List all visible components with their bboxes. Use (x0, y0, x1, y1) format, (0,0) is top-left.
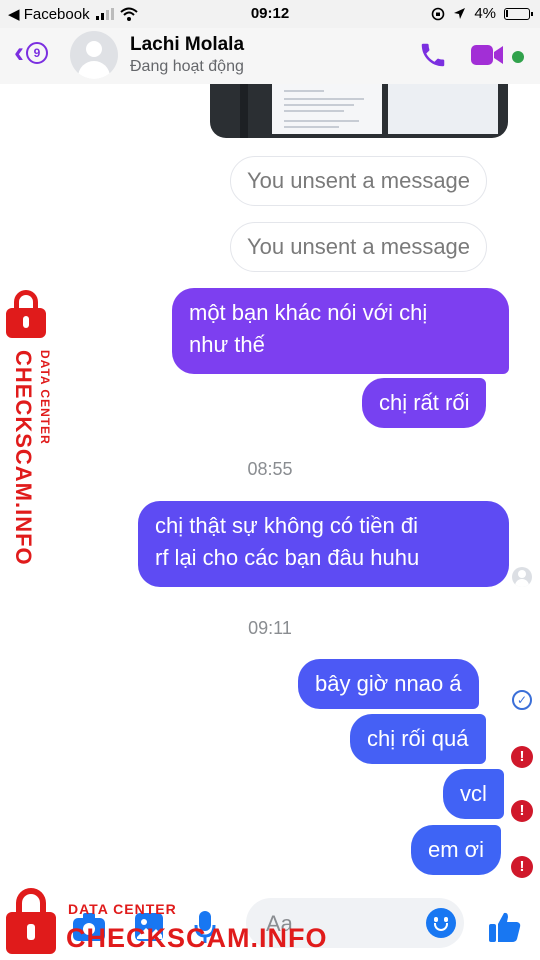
message-bubble[interactable]: em ơi (411, 825, 501, 875)
orientation-lock-icon (432, 7, 445, 20)
message-text: em ơi (428, 837, 484, 862)
watermark-subtext: DATA CENTER (38, 350, 52, 445)
message-text: vcl (460, 781, 487, 806)
video-camera-icon[interactable] (470, 42, 504, 68)
contact-status: Đang hoạt động (130, 58, 244, 75)
lock-icon (6, 290, 46, 338)
message-text: chị rất rối (379, 390, 470, 415)
online-indicator (512, 51, 524, 63)
battery-icon (504, 7, 533, 20)
message-bubble[interactable]: vcl (443, 769, 504, 819)
messenger-conversation-screen: ◀ Facebook 09:12 4% ‹ 9 Lachi Molala Đan… (0, 0, 540, 960)
message-bubble[interactable]: một bạn khác nói với chị như thế (172, 288, 509, 374)
emoji-icon[interactable] (426, 908, 456, 938)
conversation-header: ‹ 9 Lachi Molala Đang hoạt động (0, 28, 540, 84)
error-icon[interactable]: ! (511, 800, 533, 822)
status-bar: ◀ Facebook 09:12 4% (0, 0, 540, 28)
unsent-message-notice: You unsent a message (230, 156, 488, 206)
avatar[interactable] (70, 31, 118, 79)
battery-percent: 4% (474, 5, 496, 22)
message-text: như thế (189, 332, 265, 357)
seen-avatar-icon (512, 567, 532, 587)
message-bubble[interactable]: chị thật sự không có tiền đi rf lại cho … (138, 501, 509, 587)
watermark-text: CHECKSCAM.INFO (11, 350, 36, 566)
watermark-subtext: DATA CENTER (68, 901, 177, 917)
timestamp: 08:55 (247, 459, 293, 479)
watermark-side: CHECKSCAM.INFO DATA CENTER (4, 290, 60, 566)
message-bubble[interactable]: chị rất rối (362, 378, 487, 428)
error-icon[interactable]: ! (511, 746, 533, 768)
back-button[interactable]: ‹ 9 (14, 38, 48, 68)
message-text: rf lại cho các bạn đâu huhu (155, 545, 420, 570)
message-text: một bạn khác nói với chị (189, 300, 428, 325)
phone-icon[interactable] (418, 40, 448, 70)
error-icon[interactable]: ! (511, 856, 533, 878)
watermark-text: CHECKSCAM.INFO (66, 923, 328, 953)
status-right: 4% (431, 5, 533, 22)
location-icon (454, 8, 466, 19)
message-text: chị thật sự không có tiền đi (155, 513, 418, 538)
message-text: bây giờ nnao á (315, 671, 462, 696)
contact-name[interactable]: Lachi Molala (130, 34, 244, 56)
message-text: chị rối quá (367, 726, 469, 751)
thumbs-up-icon[interactable] (488, 910, 522, 944)
sent-check-icon: ✓ (512, 690, 532, 710)
unsent-message-notice: You unsent a message (230, 222, 488, 272)
message-bubble[interactable]: bây giờ nnao á (298, 659, 479, 709)
message-bubble[interactable]: chị rối quá (350, 714, 486, 764)
shared-image-preview[interactable] (210, 84, 508, 138)
timestamp: 09:11 (248, 618, 292, 638)
unread-badge: 9 (26, 42, 48, 64)
back-icon: ‹ (14, 36, 24, 69)
